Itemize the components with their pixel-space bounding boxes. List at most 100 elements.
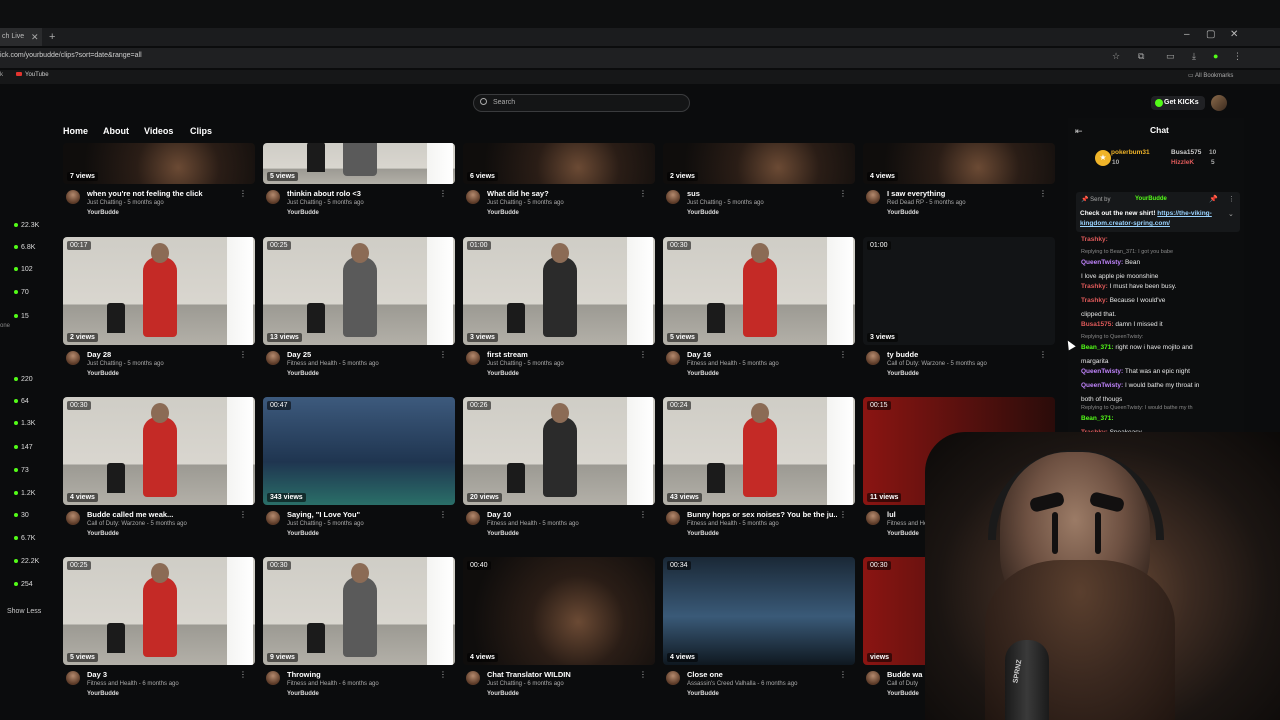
channel-avatar[interactable]	[866, 351, 880, 365]
all-bookmarks[interactable]: ▭ All Bookmarks	[1188, 72, 1233, 79]
clip-menu-icon[interactable]: ⋮	[639, 350, 647, 359]
chat-username[interactable]: Trashky:	[1081, 283, 1108, 290]
clip-thumbnail[interactable]: 00:25 5 views	[63, 557, 255, 665]
download-icon[interactable]: ⤓	[1192, 51, 1196, 62]
clip-thumbnail[interactable]: 00:26 20 views	[463, 397, 655, 505]
clip-menu-icon[interactable]: ⋮	[839, 510, 847, 519]
clip-title[interactable]: Day 28	[87, 350, 237, 359]
clip-channel[interactable]: YourBudde	[87, 210, 119, 216]
chat-username[interactable]: QueenTwisty:	[1081, 382, 1123, 389]
sidebar-viewer-count[interactable]: 1.3K	[14, 420, 35, 427]
sidebar-viewer-count[interactable]: 73	[14, 467, 29, 474]
channel-avatar[interactable]	[666, 190, 680, 204]
clip-thumbnail[interactable]: 4 views	[863, 143, 1055, 184]
clip-title[interactable]: first stream	[487, 350, 637, 359]
clip-thumbnail[interactable]: 2 views	[663, 143, 855, 184]
tab-home[interactable]: Home	[63, 126, 88, 136]
clip-channel[interactable]: YourBudde	[687, 371, 719, 377]
sidebar-viewer-count[interactable]: 70	[14, 289, 29, 296]
profile-icon[interactable]: ●	[1213, 51, 1218, 61]
chat-username[interactable]: QueenTwisty:	[1081, 368, 1123, 375]
clip-thumbnail[interactable]: 00:30 9 views	[263, 557, 455, 665]
chat-reply-reference[interactable]: Replying to QueenTwisty:	[1081, 334, 1237, 340]
bookmark-star-icon[interactable]: ☆	[1112, 51, 1120, 62]
pinned-user[interactable]: YourBudde	[1135, 196, 1167, 202]
chat-username[interactable]: Busa1575:	[1081, 321, 1114, 328]
clip-title[interactable]: Bunny hops or sex noises? You be the ju.…	[687, 510, 837, 519]
clip-menu-icon[interactable]: ⋮	[439, 350, 447, 359]
clip-thumbnail[interactable]: 7 views	[63, 143, 255, 184]
clip-channel[interactable]: YourBudde	[487, 371, 519, 377]
maximize-icon[interactable]: ▢	[1206, 29, 1215, 40]
clip-channel[interactable]: YourBudde	[887, 371, 919, 377]
tab-clips[interactable]: Clips	[190, 126, 212, 136]
chat-username[interactable]: QueenTwisty:	[1081, 259, 1123, 266]
clip-channel[interactable]: YourBudde	[487, 531, 519, 537]
clip-menu-icon[interactable]: ⋮	[639, 510, 647, 519]
clip-channel[interactable]: YourBudde	[887, 531, 919, 537]
clip-title[interactable]: Close one	[687, 670, 837, 679]
chat-username[interactable]: Trashky:	[1081, 297, 1108, 304]
channel-avatar[interactable]	[66, 190, 80, 204]
sidebar-viewer-count[interactable]: 22.3K	[14, 222, 39, 229]
clip-channel[interactable]: YourBudde	[287, 371, 319, 377]
clip-menu-icon[interactable]: ⋮	[439, 189, 447, 198]
unpin-icon[interactable]: 📌	[1209, 195, 1218, 203]
channel-avatar[interactable]	[66, 511, 80, 525]
clip-channel[interactable]: YourBudde	[87, 531, 119, 537]
clip-menu-icon[interactable]: ⋮	[1039, 350, 1047, 359]
clip-menu-icon[interactable]: ⋮	[439, 510, 447, 519]
cast-icon[interactable]: ▭	[1166, 51, 1175, 62]
channel-avatar[interactable]	[266, 351, 280, 365]
sidebar-viewer-count[interactable]: 254	[14, 581, 33, 588]
chat-username[interactable]: Bean_371:	[1081, 344, 1114, 351]
address-bar[interactable]	[0, 48, 1280, 68]
close-window-icon[interactable]: ✕	[1230, 29, 1238, 40]
browser-menu-icon[interactable]: ⋮	[1233, 51, 1242, 62]
clip-thumbnail[interactable]: 00:40 4 views	[463, 557, 655, 665]
sidebar-viewer-count[interactable]: 6.8K	[14, 244, 35, 251]
collapse-chat-icon[interactable]: ⇤	[1075, 126, 1083, 137]
clip-channel[interactable]: YourBudde	[687, 210, 719, 216]
clip-menu-icon[interactable]: ⋮	[839, 189, 847, 198]
clip-channel[interactable]: YourBudde	[687, 691, 719, 697]
sidebar-viewer-count[interactable]: 30	[14, 512, 29, 519]
clip-channel[interactable]: YourBudde	[887, 210, 919, 216]
channel-avatar[interactable]	[266, 671, 280, 685]
leaderboard-name[interactable]: Busa1575	[1171, 149, 1201, 156]
clip-title[interactable]: Day 3	[87, 670, 237, 679]
channel-avatar[interactable]	[466, 671, 480, 685]
clip-thumbnail[interactable]: 01:00 3 views	[863, 237, 1055, 345]
user-avatar[interactable]	[1211, 95, 1227, 111]
leaderboard-name[interactable]: pokerbum31	[1111, 149, 1150, 156]
clip-title[interactable]: Budde called me weak...	[87, 510, 237, 519]
extensions-icon[interactable]: ⧉	[1138, 51, 1144, 62]
chat-reply-reference[interactable]: Replying to QueenTwisty: I would bathe m…	[1081, 405, 1237, 411]
sidebar-viewer-count[interactable]: 1.2K	[14, 490, 35, 497]
channel-avatar[interactable]	[866, 511, 880, 525]
bookmark-item[interactable]: k	[0, 72, 3, 78]
clip-thumbnail[interactable]: 01:00 3 views	[463, 237, 655, 345]
clip-title[interactable]: Throwing	[287, 670, 437, 679]
clip-thumbnail[interactable]: 00:34 4 views	[663, 557, 855, 665]
tab-about[interactable]: About	[103, 126, 129, 136]
clip-channel[interactable]: YourBudde	[487, 691, 519, 697]
search-input[interactable]: Search	[473, 94, 690, 112]
channel-avatar[interactable]	[266, 190, 280, 204]
clip-thumbnail[interactable]: 00:30 4 views	[63, 397, 255, 505]
sidebar-viewer-count[interactable]: 147	[14, 444, 33, 451]
clip-title[interactable]: Day 25	[287, 350, 437, 359]
chat-username[interactable]: Trashky:	[1081, 236, 1108, 243]
clip-channel[interactable]: YourBudde	[287, 210, 319, 216]
clip-channel[interactable]: YourBudde	[287, 691, 319, 697]
channel-avatar[interactable]	[266, 511, 280, 525]
channel-avatar[interactable]	[66, 351, 80, 365]
clip-menu-icon[interactable]: ⋮	[239, 189, 247, 198]
clip-thumbnail[interactable]: 00:24 43 views	[663, 397, 855, 505]
minimize-icon[interactable]: –	[1184, 29, 1190, 40]
channel-avatar[interactable]	[866, 671, 880, 685]
clip-title[interactable]: What did he say?	[487, 189, 637, 198]
new-tab-icon[interactable]: +	[49, 28, 55, 46]
url-text[interactable]: ick.com/yourbudde/clips?sort=date&range=…	[0, 52, 142, 59]
clip-thumbnail[interactable]: 00:25 13 views	[263, 237, 455, 345]
